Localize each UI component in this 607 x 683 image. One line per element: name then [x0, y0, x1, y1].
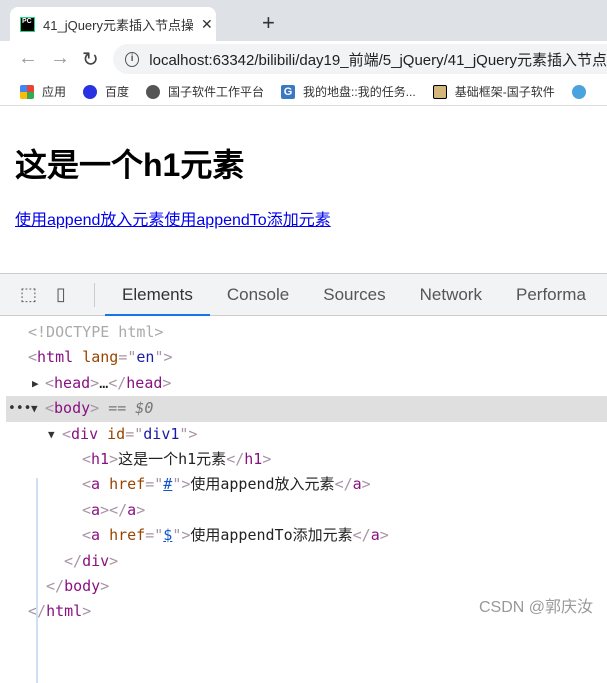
bookmark-platform[interactable]: 国子软件工作平台 — [146, 83, 264, 100]
globe-icon — [146, 84, 161, 99]
tomcat-icon — [432, 84, 447, 99]
expand-triangle-icon[interactable]: ▶ — [32, 371, 39, 396]
reload-icon[interactable]: ↻ — [82, 47, 99, 72]
devtools-toolbar: ⬚ ▯ Elements Console Sources Network Per… — [0, 274, 607, 316]
pycharm-favicon-icon: PC — [20, 16, 35, 32]
bookmark-baidu[interactable]: 百度 — [83, 83, 129, 100]
dom-node-h1[interactable]: <h1>这是一个h1元素</h1> — [0, 447, 607, 472]
inspect-element-icon[interactable]: ⬚ — [20, 284, 42, 306]
dom-node-body[interactable]: ••• ▼ <body> == $0 — [6, 396, 607, 422]
append-link[interactable]: 使用append放入元素 — [15, 212, 164, 229]
divider — [94, 282, 95, 307]
bookmark-label: 百度 — [105, 85, 130, 99]
dom-node-doctype[interactable]: <!DOCTYPE html> — [0, 320, 607, 345]
new-tab-button[interactable]: + — [262, 10, 275, 36]
indent-guide — [36, 478, 38, 683]
tab-elements[interactable]: Elements — [105, 274, 210, 316]
baidu-paw-icon — [83, 84, 98, 99]
collapse-triangle-icon[interactable]: ▼ — [48, 422, 55, 447]
bookmark-apps[interactable]: 应用 — [20, 83, 66, 100]
browser-toolbar: ← → ↻ i localhost:63342/bilibili/day19_前… — [0, 41, 607, 78]
info-icon[interactable]: i — [125, 51, 140, 67]
tab-performance[interactable]: Performa — [499, 274, 603, 316]
watermark: CSDN @郭庆汝 — [478, 599, 593, 616]
close-tab-icon[interactable]: ✕ — [201, 16, 213, 33]
bookmark-label: 国子软件工作平台 — [168, 85, 265, 99]
tab-console[interactable]: Console — [210, 274, 306, 316]
bookmark-framework[interactable]: 基础框架-国子软件 — [432, 83, 555, 100]
dom-node-a[interactable]: <a href="#">使用append放入元素</a> — [0, 472, 607, 497]
collapse-triangle-icon[interactable]: ▼ — [31, 396, 38, 421]
tab-title: 41_jQuery元素插入节点操作(app — [43, 17, 193, 33]
forward-icon[interactable]: → — [50, 47, 70, 70]
dom-node-head[interactable]: ▶ <head>…</head> — [0, 371, 607, 396]
dom-tree: <!DOCTYPE html> <html lang="en"> ▶ <head>… — [0, 320, 607, 683]
tab-network[interactable]: Network — [403, 274, 499, 316]
bookmarks-bar: 应用 百度 国子软件工作平台 G 我的地盘::我的任务... 基础框架-国子软件 — [0, 78, 607, 106]
address-bar[interactable]: i localhost:63342/bilibili/day19_前端/5_jQ… — [113, 44, 607, 74]
apps-grid-icon — [20, 84, 34, 99]
bookmark-tasks[interactable]: G 我的地盘::我的任务... — [281, 83, 416, 100]
bookmark-label: 应用 — [42, 85, 67, 99]
back-icon[interactable]: ← — [18, 47, 38, 70]
dom-node-div-close: </div> — [64, 551, 119, 570]
bookmark-label: 我的地盘::我的任务... — [303, 85, 416, 99]
dom-node-a-empty[interactable]: <a></a> — [0, 498, 607, 523]
selected-marker: == $0 — [108, 399, 154, 418]
bookmark-more[interactable] — [571, 84, 594, 99]
more-options-icon[interactable]: ••• — [8, 396, 31, 421]
page-links: 使用append放入元素使用appendTo添加元素 — [15, 206, 331, 230]
device-toolbar-icon[interactable]: ▯ — [56, 284, 78, 306]
dom-node-a[interactable]: <a href="$">使用appendTo添加元素</a> — [0, 523, 607, 548]
append-to-link[interactable]: 使用appendTo添加元素 — [164, 212, 330, 229]
g-icon: G — [281, 84, 296, 99]
bookmark-label: 基础框架-国子软件 — [454, 85, 555, 99]
browser-tab[interactable]: PC 41_jQuery元素插入节点操作(app ✕ — [10, 7, 216, 41]
page-heading: 这是一个h1元素 — [15, 147, 245, 183]
bookmark-icon — [571, 84, 586, 99]
devtools-panel: ⬚ ▯ Elements Console Sources Network Per… — [0, 273, 607, 683]
dom-node-html[interactable]: <html lang="en"> — [0, 345, 607, 370]
dom-node-div[interactable]: ▼ <div id="div1"> — [0, 422, 607, 447]
url-text: localhost:63342/bilibili/day19_前端/5_jQue… — [149, 51, 607, 69]
tab-sources[interactable]: Sources — [306, 274, 402, 316]
